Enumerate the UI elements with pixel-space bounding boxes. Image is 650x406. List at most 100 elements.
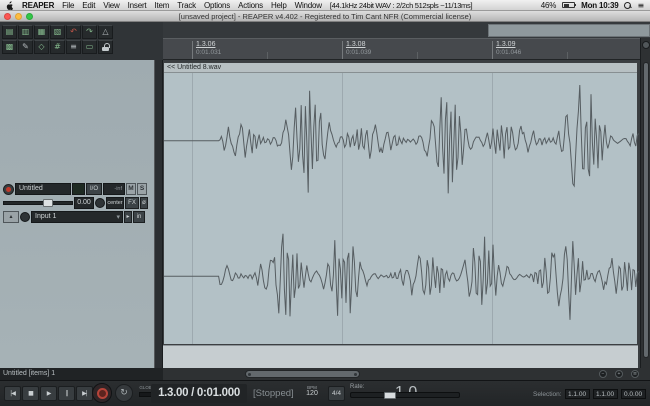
top-right-panel: [488, 24, 650, 37]
chevron-down-icon: ▾: [116, 212, 120, 222]
battery-icon[interactable]: [562, 2, 575, 8]
solo-button[interactable]: S: [137, 183, 147, 195]
horizontal-scroll-thumb[interactable]: [245, 370, 360, 378]
pan-value: center: [106, 197, 124, 209]
time-signature-button[interactable]: 4/4: [328, 386, 345, 401]
metronome-icon[interactable]: △: [98, 25, 113, 39]
input-selector[interactable]: Input 1▾: [31, 211, 123, 223]
routing-io-button[interactable]: I/O: [86, 183, 102, 195]
pan-knob[interactable]: [95, 198, 105, 208]
zoom-in-button[interactable]: +: [615, 370, 623, 378]
menu-item[interactable]: Item: [154, 1, 169, 10]
transport-bar: |◀ ■ ▶ || ▶| ↻ GLOBAL AUTO 1.3.00 / 0:01…: [0, 380, 650, 406]
selection-label: Selection:: [533, 391, 562, 398]
snap-icon[interactable]: ◇: [34, 40, 49, 54]
playrate-control[interactable]: Rate: 1.0: [350, 384, 460, 398]
menu-insert[interactable]: Insert: [128, 1, 147, 10]
status-line: Untitled [items] 1: [0, 368, 163, 380]
menu-actions[interactable]: Actions: [238, 1, 263, 10]
bottom-row: Untitled [items] 1 − + ≡: [0, 368, 650, 380]
media-item[interactable]: << Untitled 8.wav: [163, 62, 638, 345]
media-explorer-icon[interactable]: ▩: [2, 40, 17, 54]
horizontal-scrollbar[interactable]: − + ≡: [163, 368, 640, 380]
record-mode-button[interactable]: ▸: [124, 211, 132, 223]
waveform-svg: [164, 73, 639, 344]
vertical-zoom-knob[interactable]: [642, 41, 650, 49]
track-1-controls: Untitled I/O -inf M S 0.00 center FX ø ▴…: [3, 183, 152, 225]
ruler-marker: 1.3.08 0:01.039: [342, 41, 371, 59]
rate-label: Rate:: [350, 384, 364, 390]
menu-reaper[interactable]: REAPER: [22, 1, 54, 10]
input-fx-button[interactable]: in: [133, 211, 145, 223]
open-project-icon[interactable]: ▥: [18, 25, 33, 39]
empty-track-area[interactable]: [163, 345, 638, 368]
menu-edit[interactable]: Edit: [82, 1, 95, 10]
pause-button[interactable]: ||: [58, 386, 75, 401]
stop-button[interactable]: ■: [22, 386, 39, 401]
menu-file[interactable]: File: [62, 1, 74, 10]
envelope-pencil-icon[interactable]: ✎: [18, 40, 33, 54]
ruler-marker: 1.3.09 0:01.046: [492, 41, 521, 59]
media-item-waveform[interactable]: [164, 73, 637, 344]
selection-length-field[interactable]: 0.0.00: [621, 389, 646, 399]
playstate-label: [Stopped]: [253, 381, 294, 406]
selection-display: Selection: 1.1.00 1.1.00 0.0.00: [533, 389, 646, 399]
rate-slider[interactable]: [350, 392, 460, 398]
volume-slider[interactable]: [3, 197, 73, 209]
redo-icon[interactable]: ↷: [82, 25, 97, 39]
arrange-view[interactable]: << Untitled 8.wav: [163, 60, 640, 368]
phase-button[interactable]: ø: [140, 197, 148, 209]
record-monitor-button[interactable]: [20, 212, 30, 222]
window-title: [unsaved project] - REAPER v4.402 - Regi…: [0, 12, 650, 21]
vertical-scroll-thumb[interactable]: [643, 62, 649, 358]
save-project-icon[interactable]: ▦: [34, 25, 49, 39]
menu-options[interactable]: Options: [204, 1, 230, 10]
project-settings-icon[interactable]: ▧: [50, 25, 65, 39]
audio-device-status: [44.1kHz 24bit WAV : 2/2ch 512spls ~11/1…: [330, 1, 472, 10]
track-control-panel: Untitled I/O -inf M S 0.00 center FX ø ▴…: [0, 60, 155, 368]
tcp-arrange-divider[interactable]: [155, 60, 163, 368]
transport-time-display[interactable]: 1.3.00 / 0:01.000: [151, 384, 247, 403]
item-group-icon[interactable]: ▭: [82, 40, 97, 54]
zoom-out-button[interactable]: −: [599, 370, 607, 378]
record-arm-button[interactable]: [3, 184, 14, 195]
spotlight-icon[interactable]: [624, 2, 631, 9]
undo-icon[interactable]: ↶: [66, 25, 81, 39]
fx-button[interactable]: FX: [125, 197, 139, 209]
ripple-edit-icon[interactable]: ≡: [66, 40, 81, 54]
track-meter: -inf: [103, 183, 125, 195]
menu-help[interactable]: Help: [271, 1, 287, 10]
menu-view[interactable]: View: [103, 1, 119, 10]
main-toolbar: ▤ ▥ ▦ ▧ ↶ ↷ △ ▩ ✎ ◇ # ≡ ▭: [0, 22, 163, 60]
peak-readout: [72, 183, 85, 195]
vertical-scrollbar[interactable]: [640, 38, 650, 368]
timeline-ruler[interactable]: 1.3.06 0:01.031 1.3.08 0:01.039 1.3.09 0…: [163, 38, 640, 60]
track-name-field[interactable]: Untitled: [15, 183, 71, 195]
mute-button[interactable]: M: [126, 183, 136, 195]
record-button[interactable]: [92, 383, 112, 403]
selection-end-field[interactable]: 1.1.00: [593, 389, 618, 399]
battery-percent: 46%: [541, 1, 556, 10]
menu-window[interactable]: Window: [295, 1, 322, 10]
new-project-icon[interactable]: ▤: [2, 25, 17, 39]
bpm-display[interactable]: BPM 120: [301, 385, 323, 397]
volume-value: 0.00: [74, 197, 94, 209]
go-to-start-button[interactable]: |◀: [4, 386, 21, 401]
folder-button[interactable]: ▴: [3, 211, 19, 223]
rate-slider-thumb[interactable]: [384, 392, 396, 399]
repeat-button[interactable]: ↻: [115, 384, 133, 402]
selection-start-field[interactable]: 1.1.00: [565, 389, 590, 399]
lock-icon[interactable]: [98, 40, 113, 54]
menubar-clock[interactable]: Mon 10:39: [581, 1, 618, 10]
apple-menu-icon[interactable]: [6, 1, 14, 10]
menu-track[interactable]: Track: [177, 1, 196, 10]
window-titlebar: [unsaved project] - REAPER v4.402 - Regi…: [0, 11, 650, 22]
grid-icon[interactable]: #: [50, 40, 65, 54]
scroll-menu-button[interactable]: ≡: [631, 370, 639, 378]
media-item-label[interactable]: << Untitled 8.wav: [164, 63, 637, 73]
macos-menubar: REAPER File Edit View Insert Item Track …: [0, 0, 650, 11]
go-to-end-button[interactable]: ▶|: [76, 386, 93, 401]
ruler-marker: 1.3.06 0:01.031: [192, 41, 221, 59]
play-button[interactable]: ▶: [40, 386, 57, 401]
notification-center-icon[interactable]: ≡: [637, 1, 644, 10]
